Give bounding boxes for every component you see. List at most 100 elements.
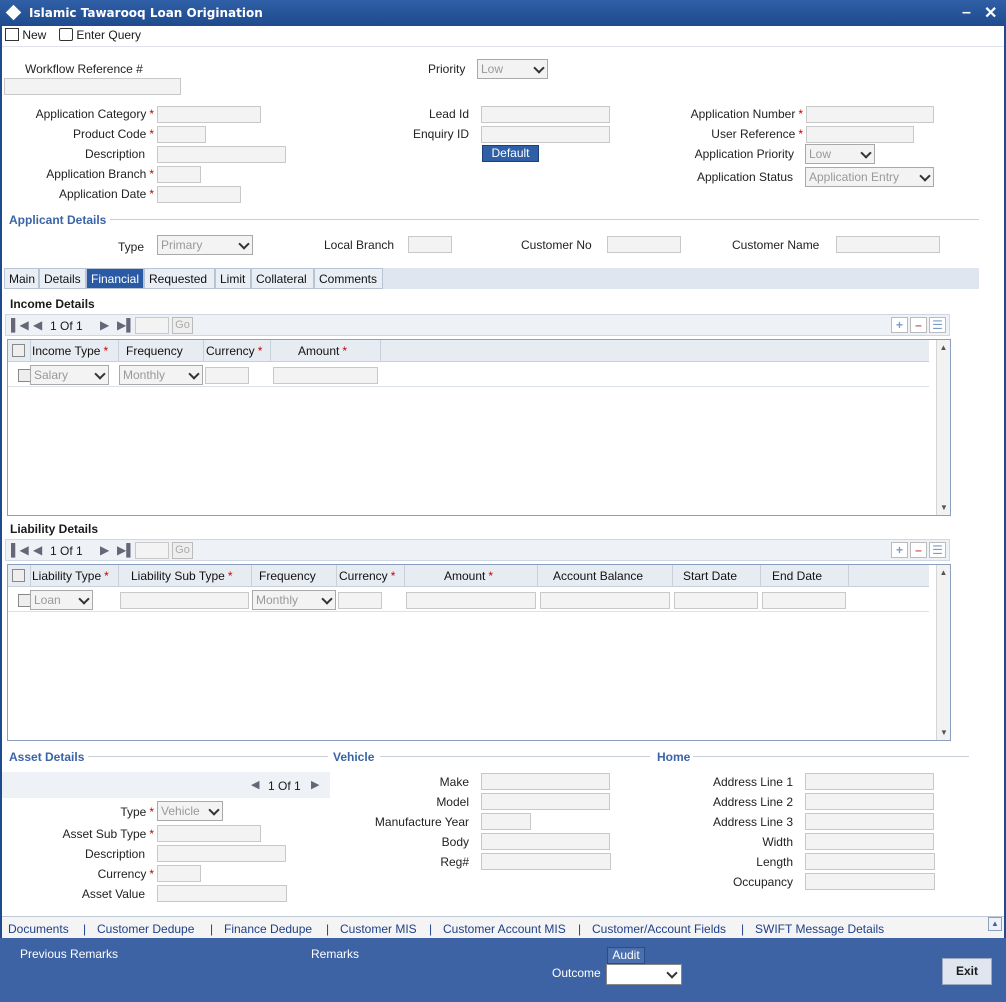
next-page-icon[interactable]: ▶ [311,778,319,791]
liability-go-button[interactable]: Go [172,542,193,559]
delete-row-icon[interactable]: – [910,542,927,558]
asset-description-input[interactable] [157,845,286,862]
collapse-up-icon[interactable]: ▲ [988,917,1002,931]
link-documents[interactable]: Documents [8,922,69,936]
select-all-checkbox[interactable] [12,344,25,357]
income-currency-input[interactable] [205,367,249,384]
link-customer-account-fields[interactable]: Customer/Account Fields [592,922,726,936]
link-swift-message-details[interactable]: SWIFT Message Details [755,922,884,936]
select-all-checkbox[interactable] [12,569,25,582]
customer-name-input[interactable] [836,236,940,253]
liability-amount-input[interactable] [406,592,536,609]
income-page-input[interactable] [135,317,169,334]
list-view-icon[interactable]: ☰ [929,317,946,333]
length-input[interactable] [805,853,935,870]
local-branch-input[interactable] [408,236,452,253]
next-page-icon[interactable]: ▶ [100,318,109,332]
address-line-1-input[interactable] [805,773,934,790]
next-page-icon[interactable]: ▶ [100,543,109,557]
liability-account-balance-input[interactable] [540,592,670,609]
make-input[interactable] [481,773,610,790]
first-page-icon[interactable]: ▌◀ [11,318,29,332]
liability-sub-type-input[interactable] [120,592,249,609]
enquiry-id-input[interactable] [481,126,610,143]
workflow-ref-input[interactable] [4,78,181,95]
liability-scrollbar[interactable]: ▲ ▼ [936,565,950,740]
link-customer-mis[interactable]: Customer MIS [340,922,417,936]
asset-sub-type-input[interactable] [157,825,261,842]
link-customer-account-mis[interactable]: Customer Account MIS [443,922,566,936]
audit-button[interactable]: Audit [607,947,645,964]
applicant-type-select[interactable]: Primary [157,235,253,255]
prev-page-icon[interactable]: ◀ [33,318,42,332]
lead-id-input[interactable] [481,106,610,123]
income-go-button[interactable]: Go [172,317,193,334]
tab-limit[interactable]: Limit [215,268,251,289]
customer-no-input[interactable] [607,236,681,253]
reg-input[interactable] [481,853,611,870]
priority-select[interactable]: Low [477,59,548,79]
asset-value-input[interactable] [157,885,287,902]
tab-comments[interactable]: Comments [314,268,383,289]
application-priority-select[interactable]: Low [805,144,875,164]
liability-end-date-input[interactable] [762,592,846,609]
liability-currency-input[interactable] [338,592,382,609]
add-row-icon[interactable]: + [891,317,908,333]
first-page-icon[interactable]: ▌◀ [11,543,29,557]
liability-start-date-input[interactable] [674,592,758,609]
enter-query-button[interactable]: Enter Query [59,28,141,42]
income-scrollbar[interactable]: ▲ ▼ [936,340,950,515]
scroll-down-icon[interactable]: ▼ [937,503,951,512]
last-page-icon[interactable]: ▶▌ [117,543,135,557]
tab-financial[interactable]: Financial [86,268,144,289]
income-nav-bar: ▌◀ ◀ 1 Of 1 ▶ ▶▌ Go + – ☰ [5,314,950,336]
asset-currency-input[interactable] [157,865,201,882]
tab-collateral[interactable]: Collateral [251,268,314,289]
default-button[interactable]: Default [482,145,539,162]
address-line-3-input[interactable] [805,813,934,830]
tab-main[interactable]: Main [4,268,39,289]
application-date-input[interactable] [157,186,241,203]
income-grid-header: Income Type * Frequency Currency * Amount * [8,340,929,362]
scroll-up-icon[interactable]: ▲ [937,568,950,577]
product-code-input[interactable] [157,126,206,143]
last-page-icon[interactable]: ▶▌ [117,318,135,332]
application-number-input[interactable] [806,106,934,123]
occupancy-input[interactable] [805,873,935,890]
income-type-select[interactable]: Salary [30,365,109,385]
liability-page-input[interactable] [135,542,169,559]
close-icon[interactable]: ✕ [984,3,997,23]
delete-row-icon[interactable]: – [910,317,927,333]
prev-page-icon[interactable]: ◀ [251,778,259,791]
scroll-up-icon[interactable]: ▲ [937,343,950,352]
manufacture-year-input[interactable] [481,813,531,830]
outcome-select[interactable] [606,964,682,985]
scroll-down-icon[interactable]: ▼ [937,728,951,737]
address-line-2-input[interactable] [805,793,934,810]
user-reference-input[interactable] [806,126,914,143]
prev-page-icon[interactable]: ◀ [33,543,42,557]
make-label: Make [439,775,469,789]
income-amount-input[interactable] [273,367,378,384]
income-frequency-select[interactable]: Monthly [119,365,203,385]
tab-requested[interactable]: Requested [144,268,215,289]
width-input[interactable] [805,833,934,850]
link-finance-dedupe[interactable]: Finance Dedupe [224,922,312,936]
new-button[interactable]: New [5,28,46,42]
application-category-input[interactable] [157,106,261,123]
description-input[interactable] [157,146,286,163]
liability-type-select[interactable]: Loan [30,590,93,610]
list-view-icon[interactable]: ☰ [929,542,946,558]
model-input[interactable] [481,793,610,810]
application-status-select[interactable]: Application Entry [805,167,934,187]
minimize-icon[interactable]: – [962,4,971,22]
add-row-icon[interactable]: + [891,542,908,558]
link-customer-dedupe[interactable]: Customer Dedupe [97,922,194,936]
tab-details[interactable]: Details [39,268,86,289]
exit-button[interactable]: Exit [942,958,992,985]
liability-frequency-select[interactable]: Monthly [252,590,336,610]
address-line-2-label: Address Line 2 [712,795,793,809]
application-branch-input[interactable] [157,166,201,183]
body-input[interactable] [481,833,610,850]
asset-type-select[interactable]: Vehicle [157,801,223,821]
